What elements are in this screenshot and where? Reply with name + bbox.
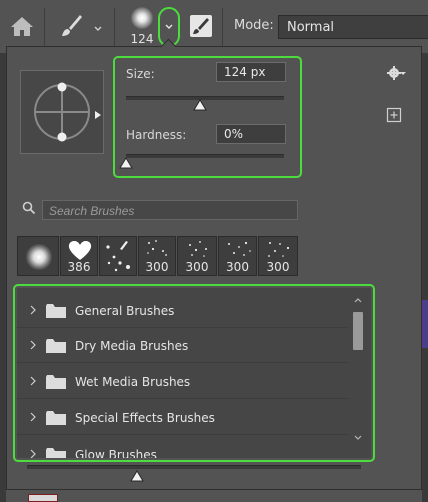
size-slider-thumb[interactable] bbox=[193, 99, 208, 111]
recent-brush-tile[interactable] bbox=[17, 236, 59, 276]
chevron-right-icon[interactable] bbox=[29, 340, 37, 350]
recent-brush-tile[interactable]: 300 bbox=[138, 236, 176, 276]
toolbar-divider bbox=[44, 8, 45, 46]
brush-group-glow[interactable]: Glow Brushes bbox=[17, 437, 349, 458]
recent-brush-tile[interactable]: 300 bbox=[218, 236, 257, 276]
workspace-right-edge bbox=[422, 54, 428, 502]
hardness-slider-track[interactable] bbox=[126, 154, 284, 158]
recent-brush-size: 300 bbox=[226, 260, 249, 274]
brush-preset-button[interactable]: 124 bbox=[126, 4, 160, 50]
angle-handle-arrow-icon[interactable] bbox=[94, 110, 102, 120]
brush-tip-preview[interactable] bbox=[20, 70, 104, 154]
home-button[interactable] bbox=[8, 13, 36, 39]
soft-round-brush-icon bbox=[26, 244, 52, 270]
hardness-input[interactable]: 0% bbox=[216, 124, 286, 144]
scrollbar-thumb[interactable] bbox=[353, 312, 363, 350]
recent-brush-tile[interactable]: 386 bbox=[60, 236, 98, 276]
search-brushes-input[interactable] bbox=[42, 200, 298, 220]
recent-brush-tile[interactable]: 300 bbox=[177, 236, 217, 276]
recent-brush-tile[interactable]: 300 bbox=[258, 236, 298, 276]
row-divider bbox=[17, 398, 349, 399]
new-brush-preset-button[interactable] bbox=[386, 107, 402, 123]
recent-brush-size: 300 bbox=[185, 260, 209, 274]
toolbar-divider bbox=[222, 8, 223, 46]
hardness-slider-thumb[interactable] bbox=[119, 157, 133, 169]
color-swatch-edge bbox=[28, 494, 58, 502]
recent-brush-size: 300 bbox=[145, 260, 169, 274]
size-label: Size: bbox=[126, 67, 155, 81]
brush-group-label: Wet Media Brushes bbox=[75, 375, 191, 389]
search-icon bbox=[22, 201, 36, 215]
folder-icon bbox=[46, 411, 66, 425]
brush-settings-panel-button[interactable] bbox=[190, 15, 212, 37]
row-divider bbox=[17, 434, 349, 435]
chevron-right-icon[interactable] bbox=[29, 449, 37, 458]
brush-group-label: Special Effects Brushes bbox=[75, 411, 215, 425]
toolbar-divider bbox=[114, 8, 115, 46]
chevron-right-icon[interactable] bbox=[29, 305, 37, 315]
chevron-down-icon bbox=[94, 26, 102, 31]
chevron-down-icon[interactable] bbox=[353, 434, 363, 442]
brush-size-readout: 124 bbox=[130, 32, 154, 46]
chevron-right-icon[interactable] bbox=[29, 376, 37, 386]
brush-angle-roundness-icon bbox=[34, 82, 90, 142]
brush-groups-list: General Brushes Dry Media Brushes Wet Me… bbox=[17, 288, 371, 458]
tool-preset-dropdown[interactable] bbox=[92, 20, 104, 32]
spatter-brush-icon bbox=[106, 241, 130, 272]
preview-size-slider-thumb[interactable] bbox=[130, 470, 145, 482]
mode-label: Mode: bbox=[234, 18, 274, 33]
recent-brush-size: 300 bbox=[266, 260, 290, 274]
brush-group-special-effects[interactable]: Special Effects Brushes bbox=[17, 400, 349, 434]
size-input[interactable]: 124 px bbox=[216, 62, 286, 82]
brush-icon bbox=[62, 15, 82, 36]
home-icon bbox=[11, 17, 33, 36]
chevron-down-icon bbox=[165, 24, 173, 29]
brush-group-label: Dry Media Brushes bbox=[75, 339, 189, 353]
brush-group-general[interactable]: General Brushes bbox=[17, 293, 349, 327]
brush-group-label: Glow Brushes bbox=[75, 448, 157, 458]
brush-group-dry-media[interactable]: Dry Media Brushes bbox=[17, 328, 349, 362]
brush-group-wet-media[interactable]: Wet Media Brushes bbox=[17, 364, 349, 398]
plus-square-icon bbox=[386, 107, 402, 123]
chevron-up-icon[interactable] bbox=[353, 296, 363, 304]
chevron-right-icon[interactable] bbox=[29, 412, 37, 422]
folder-icon bbox=[46, 375, 66, 389]
row-divider bbox=[17, 362, 349, 363]
folder-icon bbox=[46, 339, 66, 353]
brush-group-label: General Brushes bbox=[75, 304, 175, 318]
gear-icon bbox=[387, 66, 406, 80]
brush-settings-icon bbox=[193, 18, 209, 34]
canvas-edge-accent bbox=[422, 300, 428, 348]
preview-size-slider-track[interactable] bbox=[27, 465, 361, 469]
brush-tool-button[interactable] bbox=[58, 12, 84, 40]
panel-settings-button[interactable] bbox=[386, 64, 406, 82]
soft-round-brush-icon bbox=[131, 7, 153, 29]
recent-brush-tile[interactable] bbox=[99, 236, 137, 276]
recent-brush-size: 386 bbox=[67, 260, 91, 274]
blend-mode-select[interactable]: Normal bbox=[278, 15, 428, 39]
folder-icon bbox=[46, 304, 66, 318]
folder-icon bbox=[46, 448, 66, 458]
hardness-label: Hardness: bbox=[126, 128, 187, 142]
